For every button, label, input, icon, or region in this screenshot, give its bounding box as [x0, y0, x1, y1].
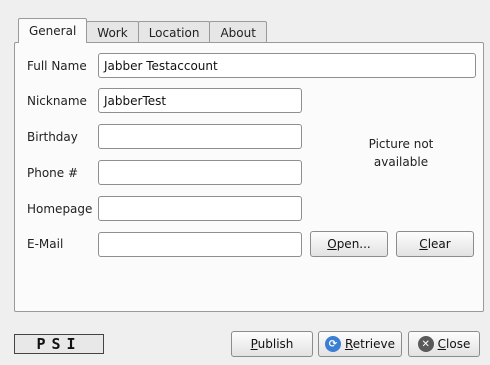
email-label: E-Mail	[27, 237, 64, 251]
birthday-label: Birthday	[27, 130, 78, 144]
close-button-label: Close	[437, 337, 471, 351]
picture-placeholder: Picture not available	[326, 135, 476, 171]
publish-button[interactable]: Publish	[231, 331, 313, 357]
homepage-label: Homepage	[27, 202, 93, 216]
clear-picture-button[interactable]: Clear	[396, 231, 474, 257]
birthday-field[interactable]	[98, 124, 302, 149]
close-icon: ✕	[417, 336, 434, 352]
nickname-label: Nickname	[27, 94, 87, 108]
picture-text-line2: available	[373, 155, 429, 169]
nickname-field[interactable]: JabberTest	[98, 88, 302, 113]
phone-field[interactable]	[98, 160, 302, 185]
picture-text-line1: Picture not	[368, 137, 434, 151]
retrieve-button[interactable]: ⟳ Retrieve	[318, 331, 402, 357]
homepage-field[interactable]	[98, 196, 302, 221]
email-field[interactable]	[98, 232, 302, 257]
clear-button-label: Clear	[419, 237, 451, 251]
full-name-field[interactable]: Jabber Testaccount	[98, 53, 476, 78]
phone-label: Phone #	[27, 166, 79, 180]
full-name-label: Full Name	[27, 59, 87, 73]
close-button[interactable]: ✕ Close	[408, 331, 480, 357]
open-button-label: Open...	[327, 237, 371, 251]
tab-about[interactable]: About	[209, 21, 267, 43]
retrieve-button-label: Retrieve	[344, 337, 396, 351]
tab-bar: General Work Location About	[18, 18, 267, 43]
open-picture-button[interactable]: Open...	[310, 231, 388, 257]
tab-general[interactable]: General	[18, 18, 88, 43]
publish-button-label: Publish	[250, 337, 294, 351]
tab-work[interactable]: Work	[86, 21, 139, 43]
psi-logo: PSI	[14, 334, 104, 354]
tab-location[interactable]: Location	[137, 21, 211, 43]
refresh-icon: ⟳	[324, 336, 341, 352]
